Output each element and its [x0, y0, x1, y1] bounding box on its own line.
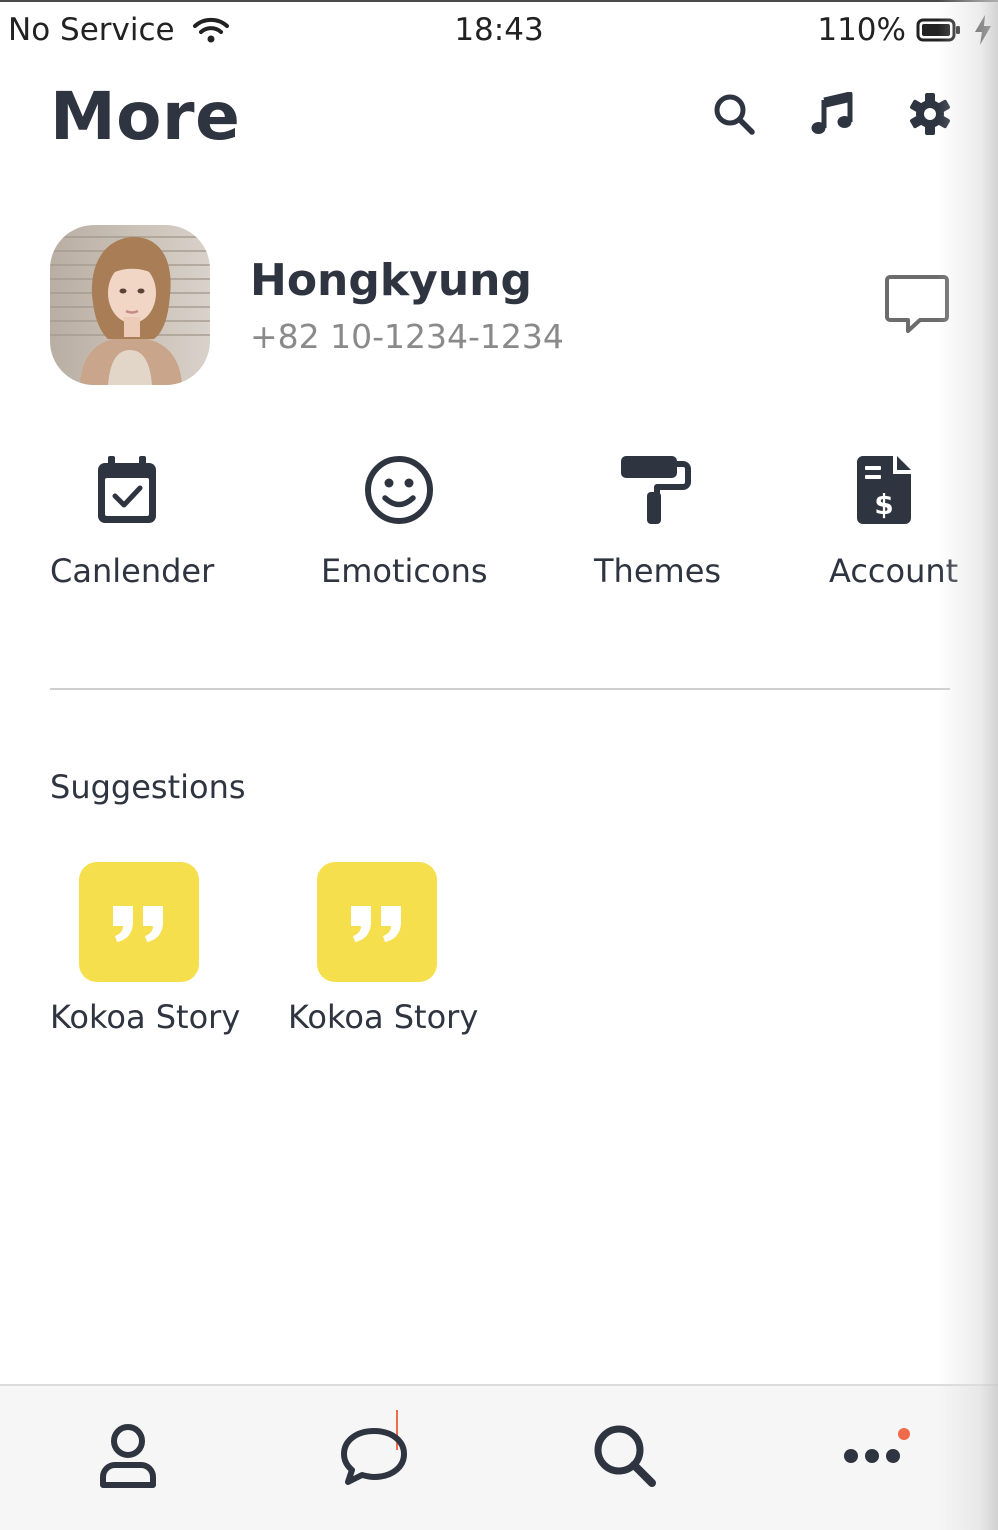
status-right: 110%	[817, 12, 994, 48]
paint-roller-icon	[615, 450, 695, 530]
tab-chats[interactable]	[334, 1416, 414, 1496]
person-icon	[100, 1424, 156, 1488]
suggestion-item[interactable]: Kokoa Story	[50, 860, 240, 1050]
smile-icon	[359, 450, 439, 530]
suggestion-label: Kokoa Story	[50, 998, 241, 1036]
shortcut-calendar[interactable]: Canlender	[50, 450, 220, 600]
quote-icon	[79, 862, 199, 982]
status-bar: No Service 18:43 110%	[0, 0, 998, 56]
battery-percent: 110%	[817, 12, 906, 48]
search-icon[interactable]	[710, 90, 758, 138]
chat-bubble-icon[interactable]	[884, 273, 950, 339]
suggestion-item[interactable]: Kokoa Story	[288, 860, 478, 1050]
more-dots-icon	[844, 1449, 900, 1463]
gear-icon[interactable]	[906, 90, 954, 138]
shortcut-label: Themes	[594, 552, 722, 590]
battery-icon	[916, 18, 960, 42]
quote-icon	[317, 862, 437, 982]
divider	[50, 688, 950, 690]
shortcut-label: Canlender	[50, 552, 215, 590]
tab-search[interactable]	[585, 1416, 665, 1496]
shortcut-label: Account	[829, 552, 959, 590]
shortcut-account[interactable]: $ Account	[828, 450, 958, 600]
shortcut-label: Emoticons	[321, 552, 488, 590]
tab-friends[interactable]	[88, 1416, 168, 1496]
more-screen: No Service 18:43 110% More Hongkyung +82…	[0, 0, 998, 1530]
suggestion-label: Kokoa Story	[288, 998, 479, 1036]
profile-phone: +82 10-1234-1234	[250, 317, 564, 356]
shortcut-emoticons[interactable]: Emoticons	[320, 450, 490, 600]
invoice-dollar-icon: $	[845, 450, 925, 530]
shortcut-row: Canlender Emoticons Themes $ Account	[50, 450, 958, 600]
charging-bolt-icon	[975, 15, 991, 45]
avatar[interactable]	[50, 225, 210, 385]
tab-bar	[0, 1384, 998, 1530]
svg-text:$: $	[874, 488, 893, 521]
search-icon	[594, 1425, 656, 1487]
music-icon[interactable]	[808, 90, 856, 138]
profile-name: Hongkyung	[250, 255, 532, 306]
notification-dot	[898, 1428, 910, 1440]
page-title: More	[50, 78, 241, 155]
profile-card[interactable]: Hongkyung +82 10-1234-1234	[50, 225, 950, 387]
tab-more[interactable]	[832, 1416, 912, 1496]
header: More	[50, 78, 950, 158]
suggestions-title: Suggestions	[50, 768, 246, 806]
shortcut-themes[interactable]: Themes	[594, 450, 724, 600]
calendar-check-icon	[87, 450, 167, 530]
chat-icon	[341, 1428, 407, 1485]
